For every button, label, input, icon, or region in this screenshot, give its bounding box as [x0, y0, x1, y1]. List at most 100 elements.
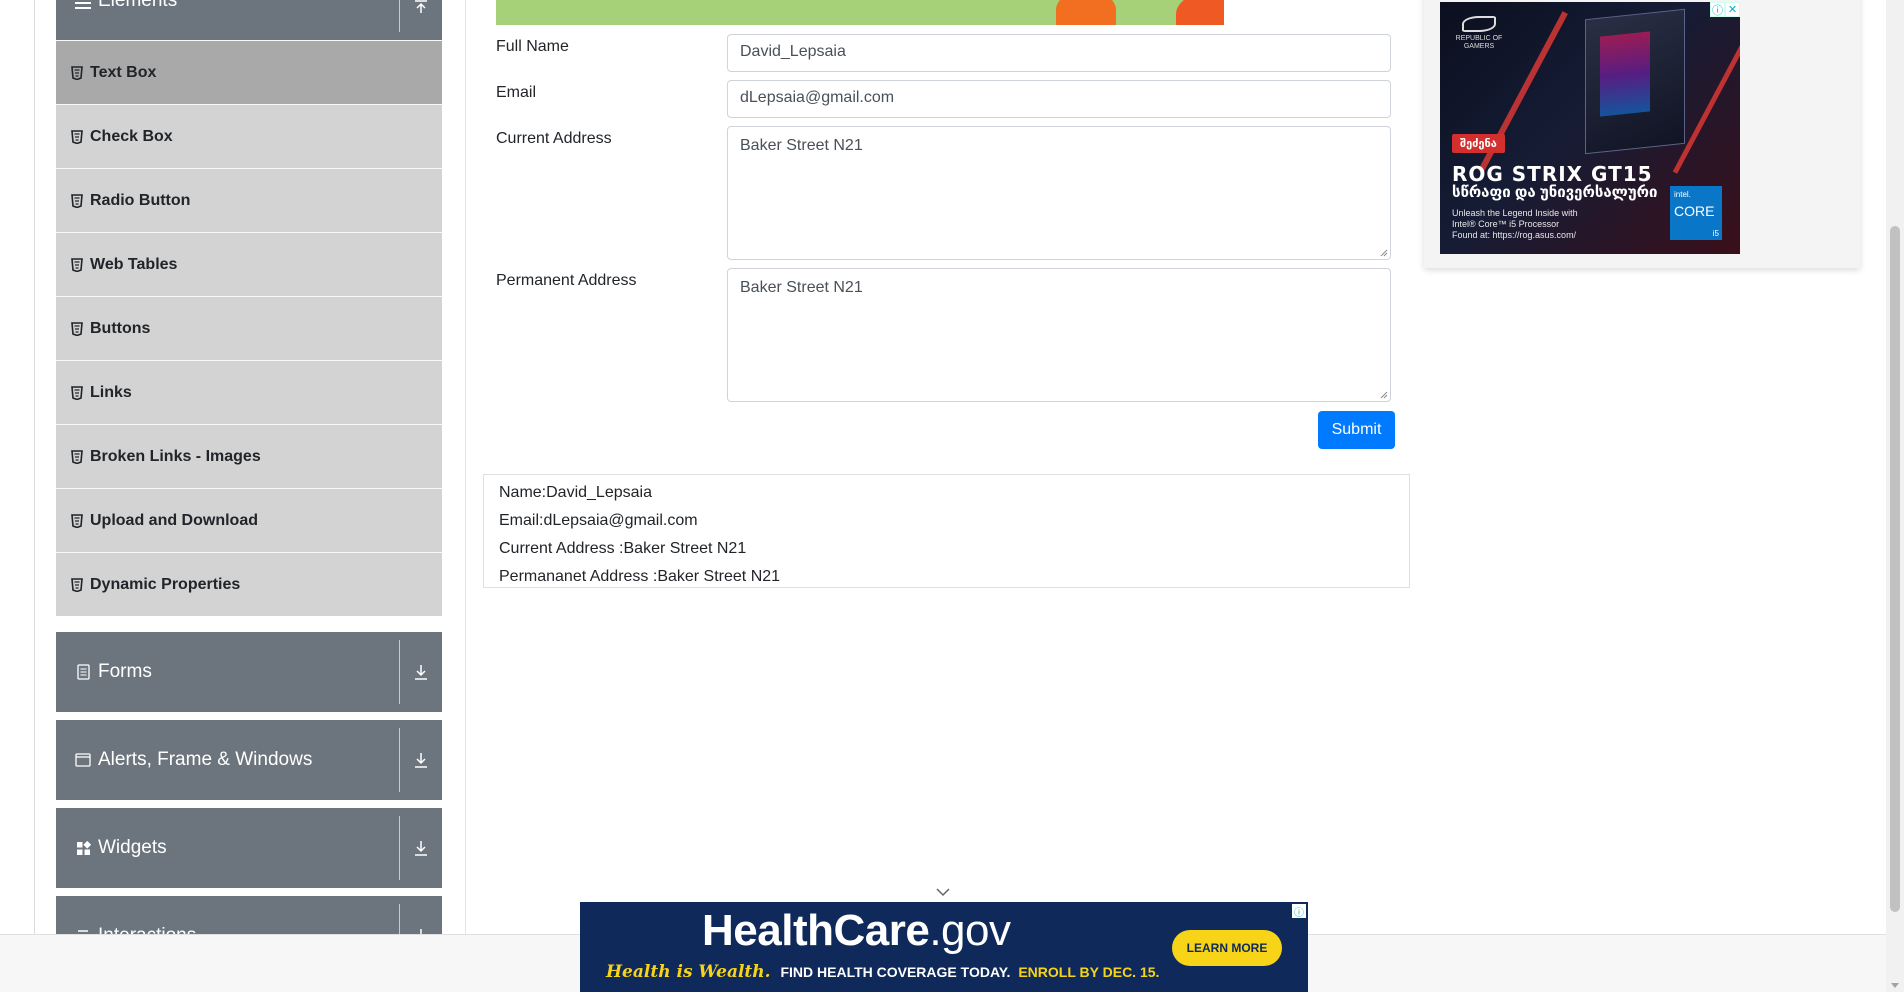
logo-suffix: .gov: [929, 906, 1011, 955]
menu-item-label: Upload and Download: [90, 511, 258, 529]
html5-icon: [70, 129, 84, 144]
learn-more-button[interactable]: LEARN MORE: [1172, 930, 1282, 966]
content-divider: [465, 0, 466, 934]
top-banner-image: [496, 0, 1224, 25]
current-address-textarea[interactable]: Baker Street N21: [727, 126, 1391, 260]
chevron-down-icon[interactable]: [935, 886, 951, 898]
bottom-ad[interactable]: HealthCare.gov Health is Wealth. FIND HE…: [580, 902, 1308, 992]
ad-tagline: Health is Wealth. FIND HEALTH COVERAGE T…: [606, 962, 1159, 982]
html5-icon: [70, 577, 84, 592]
intel-core-badge: intel. CORE i5: [1670, 186, 1722, 240]
divider: [399, 0, 400, 32]
current-address-value: Baker Street N21: [740, 137, 863, 154]
ad-subtitle: სწრაფი და უნივერსალური: [1452, 184, 1658, 201]
ad-fineprint-line: Intel® Core™ i5 Processor: [1452, 219, 1560, 229]
menu-item-web-tables[interactable]: Web Tables: [56, 232, 442, 296]
pc-tower-image: [1585, 8, 1685, 155]
ad-fineprint: Unleash the Legend Inside with Intel® Co…: [1452, 208, 1578, 241]
html5-icon: [70, 385, 84, 400]
menu-item-label: Broken Links - Images: [90, 447, 261, 465]
sidebar: Elements Text Box Check Box Radio Button…: [56, 0, 442, 984]
banner-shape: [1056, 0, 1116, 25]
output-current-address: Current Address :Baker Street N21: [499, 540, 747, 557]
expand-download-icon[interactable]: [410, 808, 432, 888]
menu-item-links[interactable]: Links: [56, 360, 442, 424]
menu-item-label: Web Tables: [90, 255, 178, 273]
menu-item-broken-links[interactable]: Broken Links - Images: [56, 424, 442, 488]
elements-menu: Text Box Check Box Radio Button Web Tabl…: [56, 40, 442, 616]
ad-cta-button[interactable]: შეძენა: [1452, 134, 1505, 153]
logo-main: HealthCare: [702, 906, 930, 955]
scrollbar-thumb[interactable]: [1890, 226, 1900, 912]
full-name-label: Full Name: [496, 38, 569, 55]
ad-info-icon[interactable]: ⓘ: [1710, 2, 1725, 17]
left-rail: [0, 0, 35, 934]
html5-icon: [70, 513, 84, 528]
divider: [399, 728, 400, 792]
ad-fineprint-line: Found at: https://rog.asus.com/: [1452, 230, 1577, 240]
group-label: Forms: [98, 661, 152, 682]
html5-icon: [70, 257, 84, 272]
ad-fineprint-line: Unleash the Legend Inside with: [1452, 208, 1578, 218]
permanent-address-label: Permanent Address: [496, 272, 637, 289]
menu-item-label: Buttons: [90, 319, 151, 337]
menu-item-text-box[interactable]: Text Box: [56, 40, 442, 104]
rog-eye-icon: [1462, 16, 1496, 32]
resize-handle-icon[interactable]: [1380, 391, 1388, 399]
menu-item-label: Radio Button: [90, 191, 191, 209]
full-name-input[interactable]: David_Lepsaia: [727, 34, 1391, 72]
html5-icon: [70, 193, 84, 208]
intel-core-text: CORE: [1674, 203, 1715, 219]
output-email: Email:dLepsaia@gmail.com: [499, 512, 698, 529]
menu-item-label: Links: [90, 383, 132, 401]
email-input[interactable]: dLepsaia@gmail.com: [727, 80, 1391, 118]
menu-item-dynamic-properties[interactable]: Dynamic Properties: [56, 552, 442, 616]
page-scrollbar[interactable]: [1886, 0, 1904, 992]
group-label: Elements: [98, 0, 178, 11]
menu-item-label: Check Box: [90, 127, 173, 145]
ad-close-icon[interactable]: ✕: [1725, 2, 1740, 17]
group-alerts-frame-windows[interactable]: Alerts, Frame & Windows: [56, 720, 442, 800]
group-widgets[interactable]: Widgets: [56, 808, 442, 888]
group-label: Widgets: [98, 837, 167, 858]
email-label: Email: [496, 84, 537, 101]
ad-info-icon[interactable]: ⓘ: [1292, 904, 1306, 919]
group-label: Alerts, Frame & Windows: [98, 749, 313, 770]
hamburger-icon: [72, 0, 94, 10]
healthcare-logo: HealthCare.gov: [702, 906, 1011, 956]
menu-item-buttons[interactable]: Buttons: [56, 296, 442, 360]
resize-handle-icon[interactable]: [1380, 249, 1388, 257]
collapse-upload-icon[interactable]: [410, 0, 432, 40]
menu-item-check-box[interactable]: Check Box: [56, 104, 442, 168]
html5-icon: [70, 321, 84, 336]
divider: [399, 640, 400, 704]
permanent-address-textarea[interactable]: Baker Street N21: [727, 268, 1391, 402]
group-forms[interactable]: Forms: [56, 632, 442, 712]
banner-shape: [1176, 0, 1224, 25]
html5-icon: [70, 449, 84, 464]
expand-download-icon[interactable]: [410, 632, 432, 712]
menu-item-upload-download[interactable]: Upload and Download: [56, 488, 442, 552]
rog-logo-text: GAMERS: [1463, 43, 1495, 50]
tagline-find: FIND HEALTH COVERAGE TODAY.: [780, 964, 1011, 980]
permanent-address-value: Baker Street N21: [740, 279, 863, 296]
scroll-down-arrow-icon[interactable]: [1891, 983, 1899, 988]
expand-download-icon[interactable]: [410, 720, 432, 800]
menu-item-radio-button[interactable]: Radio Button: [56, 168, 442, 232]
output-panel: Name:David_Lepsaia Email:dLepsaia@gmail.…: [483, 474, 1410, 588]
widgets-icon: [72, 840, 94, 856]
current-address-label: Current Address: [496, 130, 612, 147]
output-name: Name:David_Lepsaia: [499, 484, 652, 501]
tagline-enroll: ENROLL BY DEC. 15.: [1018, 964, 1160, 980]
divider: [399, 816, 400, 880]
submit-button[interactable]: Submit: [1318, 411, 1395, 449]
window-icon: [72, 753, 94, 767]
rog-logo-text: REPUBLIC OF: [1455, 35, 1503, 42]
intel-brand: intel.: [1674, 190, 1691, 199]
rog-logo: REPUBLIC OF GAMERS: [1454, 16, 1504, 51]
output-permanent-address: Permananet Address :Baker Street N21: [499, 568, 781, 585]
html5-icon: [70, 65, 84, 80]
right-ad[interactable]: REPUBLIC OF GAMERS შეძენა ROG STRIX GT15…: [1440, 2, 1740, 254]
menu-item-label: Text Box: [90, 63, 157, 81]
group-elements[interactable]: Elements: [56, 0, 442, 40]
